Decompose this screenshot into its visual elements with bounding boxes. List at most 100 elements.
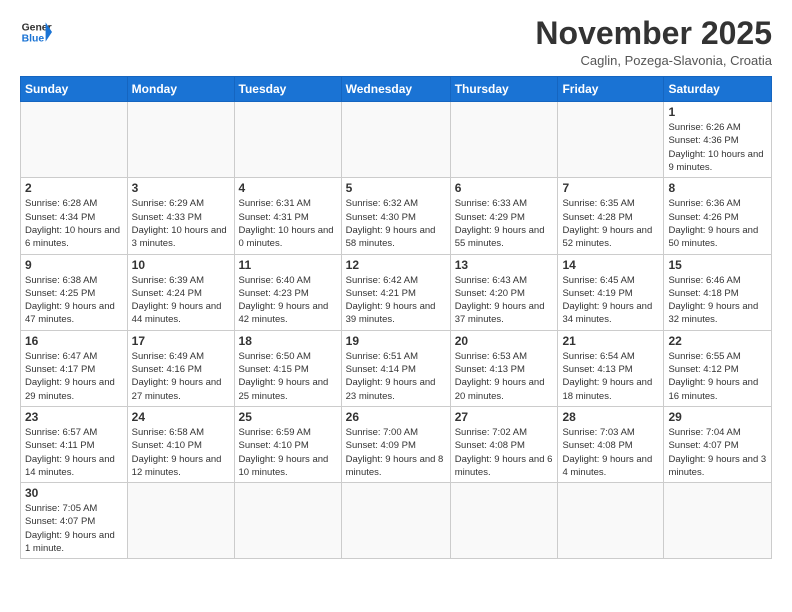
table-row: 29 Sunrise: 7:04 AMSunset: 4:07 PMDayligh…	[664, 406, 772, 482]
calendar-table: Sunday Monday Tuesday Wednesday Thursday…	[20, 76, 772, 559]
day-number: 19	[346, 334, 446, 348]
day-info: Sunrise: 6:55 AMSunset: 4:12 PMDaylight:…	[668, 350, 767, 403]
table-row: 28Sunrise: 7:03 AMSunset: 4:08 PMDayligh…	[558, 406, 664, 482]
day-info: Sunrise: 6:39 AMSunset: 4:24 PMDaylight:…	[132, 274, 230, 327]
day-info: Sunrise: 6:53 AMSunset: 4:13 PMDaylight:…	[455, 350, 554, 403]
day-number: 9	[25, 258, 123, 272]
day-info: Sunrise: 6:47 AMSunset: 4:17 PMDaylight:…	[25, 350, 123, 403]
day-number: 20	[455, 334, 554, 348]
day-number: 12	[346, 258, 446, 272]
day-info: Sunrise: 6:28 AMSunset: 4:34 PMDaylight:…	[25, 197, 123, 250]
generalblue-logo-icon: General Blue	[20, 16, 52, 48]
day-info: Sunrise: 6:38 AMSunset: 4:25 PMDaylight:…	[25, 274, 123, 327]
day-number: 3	[132, 181, 230, 195]
day-number: 6	[455, 181, 554, 195]
day-info: Sunrise: 6:49 AMSunset: 4:16 PMDaylight:…	[132, 350, 230, 403]
day-info: Sunrise: 6:32 AMSunset: 4:30 PMDaylight:…	[346, 197, 446, 250]
col-tuesday: Tuesday	[234, 77, 341, 102]
col-saturday: Saturday	[664, 77, 772, 102]
day-number: 17	[132, 334, 230, 348]
table-row: 3 Sunrise: 6:29 AMSunset: 4:33 PMDaylight…	[127, 178, 234, 254]
table-row	[558, 102, 664, 178]
day-number: 15	[668, 258, 767, 272]
day-info: Sunrise: 6:46 AMSunset: 4:18 PMDaylight:…	[668, 274, 767, 327]
day-number: 5	[346, 181, 446, 195]
table-row: 24 Sunrise: 6:58 AMSunset: 4:10 PMDayligh…	[127, 406, 234, 482]
day-info: Sunrise: 7:04 AMSunset: 4:07 PMDaylight:…	[668, 426, 767, 479]
page: General Blue November 2025 Caglin, Pozeg…	[0, 0, 792, 612]
day-number: 14	[562, 258, 659, 272]
table-row	[21, 102, 128, 178]
day-info: Sunrise: 7:00 AMSunset: 4:09 PMDaylight:…	[346, 426, 446, 479]
table-row: 14 Sunrise: 6:45 AMSunset: 4:19 PMDayligh…	[558, 254, 664, 330]
col-sunday: Sunday	[21, 77, 128, 102]
table-row: 22Sunrise: 6:55 AMSunset: 4:12 PMDayligh…	[664, 330, 772, 406]
subtitle: Caglin, Pozega-Slavonia, Croatia	[535, 53, 772, 68]
calendar-header-row: Sunday Monday Tuesday Wednesday Thursday…	[21, 77, 772, 102]
day-number: 2	[25, 181, 123, 195]
header: General Blue November 2025 Caglin, Pozeg…	[20, 16, 772, 68]
table-row: 19Sunrise: 6:51 AMSunset: 4:14 PMDayligh…	[341, 330, 450, 406]
day-number: 18	[239, 334, 337, 348]
col-monday: Monday	[127, 77, 234, 102]
table-row: 17 Sunrise: 6:49 AMSunset: 4:16 PMDayligh…	[127, 330, 234, 406]
day-info: Sunrise: 6:42 AMSunset: 4:21 PMDaylight:…	[346, 274, 446, 327]
table-row: 13Sunrise: 6:43 AMSunset: 4:20 PMDayligh…	[450, 254, 558, 330]
table-row	[450, 483, 558, 559]
day-info: Sunrise: 6:36 AMSunset: 4:26 PMDaylight:…	[668, 197, 767, 250]
table-row: 6 Sunrise: 6:33 AMSunset: 4:29 PMDaylight…	[450, 178, 558, 254]
day-info: Sunrise: 6:26 AMSunset: 4:36 PMDaylight:…	[668, 121, 767, 174]
table-row: 7Sunrise: 6:35 AMSunset: 4:28 PMDaylight…	[558, 178, 664, 254]
day-number: 4	[239, 181, 337, 195]
logo: General Blue	[20, 16, 52, 48]
day-info: Sunrise: 6:58 AMSunset: 4:10 PMDaylight:…	[132, 426, 230, 479]
title-area: November 2025 Caglin, Pozega-Slavonia, C…	[535, 16, 772, 68]
table-row: 5 Sunrise: 6:32 AMSunset: 4:30 PMDaylight…	[341, 178, 450, 254]
day-info: Sunrise: 6:54 AMSunset: 4:13 PMDaylight:…	[562, 350, 659, 403]
table-row	[234, 102, 341, 178]
day-number: 21	[562, 334, 659, 348]
day-number: 13	[455, 258, 554, 272]
table-row: 8Sunrise: 6:36 AMSunset: 4:26 PMDaylight…	[664, 178, 772, 254]
day-info: Sunrise: 6:31 AMSunset: 4:31 PMDaylight:…	[239, 197, 337, 250]
day-number: 29	[668, 410, 767, 424]
table-row: 10 Sunrise: 6:39 AMSunset: 4:24 PMDayligh…	[127, 254, 234, 330]
day-number: 26	[346, 410, 446, 424]
table-row: 16 Sunrise: 6:47 AMSunset: 4:17 PMDayligh…	[21, 330, 128, 406]
table-row: 23Sunrise: 6:57 AMSunset: 4:11 PMDayligh…	[21, 406, 128, 482]
col-friday: Friday	[558, 77, 664, 102]
table-row	[127, 102, 234, 178]
table-row: 26 Sunrise: 7:00 AMSunset: 4:09 PMDayligh…	[341, 406, 450, 482]
col-wednesday: Wednesday	[341, 77, 450, 102]
day-number: 11	[239, 258, 337, 272]
day-number: 24	[132, 410, 230, 424]
table-row: 15 Sunrise: 6:46 AMSunset: 4:18 PMDayligh…	[664, 254, 772, 330]
day-info: Sunrise: 6:40 AMSunset: 4:23 PMDaylight:…	[239, 274, 337, 327]
table-row	[341, 483, 450, 559]
table-row: 30Sunrise: 7:05 AMSunset: 4:07 PMDayligh…	[21, 483, 128, 559]
day-number: 10	[132, 258, 230, 272]
day-info: Sunrise: 6:59 AMSunset: 4:10 PMDaylight:…	[239, 426, 337, 479]
table-row: 2 Sunrise: 6:28 AMSunset: 4:34 PMDaylight…	[21, 178, 128, 254]
day-info: Sunrise: 6:57 AMSunset: 4:11 PMDaylight:…	[25, 426, 123, 479]
month-title: November 2025	[535, 16, 772, 51]
table-row	[664, 483, 772, 559]
day-number: 30	[25, 486, 123, 500]
day-info: Sunrise: 6:45 AMSunset: 4:19 PMDaylight:…	[562, 274, 659, 327]
table-row: 25 Sunrise: 6:59 AMSunset: 4:10 PMDayligh…	[234, 406, 341, 482]
table-row: 12 Sunrise: 6:42 AMSunset: 4:21 PMDayligh…	[341, 254, 450, 330]
day-info: Sunrise: 7:03 AMSunset: 4:08 PMDaylight:…	[562, 426, 659, 479]
table-row	[341, 102, 450, 178]
table-row: 4 Sunrise: 6:31 AMSunset: 4:31 PMDaylight…	[234, 178, 341, 254]
day-number: 25	[239, 410, 337, 424]
day-number: 1	[668, 105, 767, 119]
day-number: 16	[25, 334, 123, 348]
svg-text:Blue: Blue	[22, 34, 45, 45]
day-info: Sunrise: 6:33 AMSunset: 4:29 PMDaylight:…	[455, 197, 554, 250]
table-row: 27Sunrise: 7:02 AMSunset: 4:08 PMDayligh…	[450, 406, 558, 482]
table-row: 9 Sunrise: 6:38 AMSunset: 4:25 PMDaylight…	[21, 254, 128, 330]
table-row: 11 Sunrise: 6:40 AMSunset: 4:23 PMDayligh…	[234, 254, 341, 330]
day-info: Sunrise: 6:29 AMSunset: 4:33 PMDaylight:…	[132, 197, 230, 250]
table-row	[234, 483, 341, 559]
table-row	[127, 483, 234, 559]
